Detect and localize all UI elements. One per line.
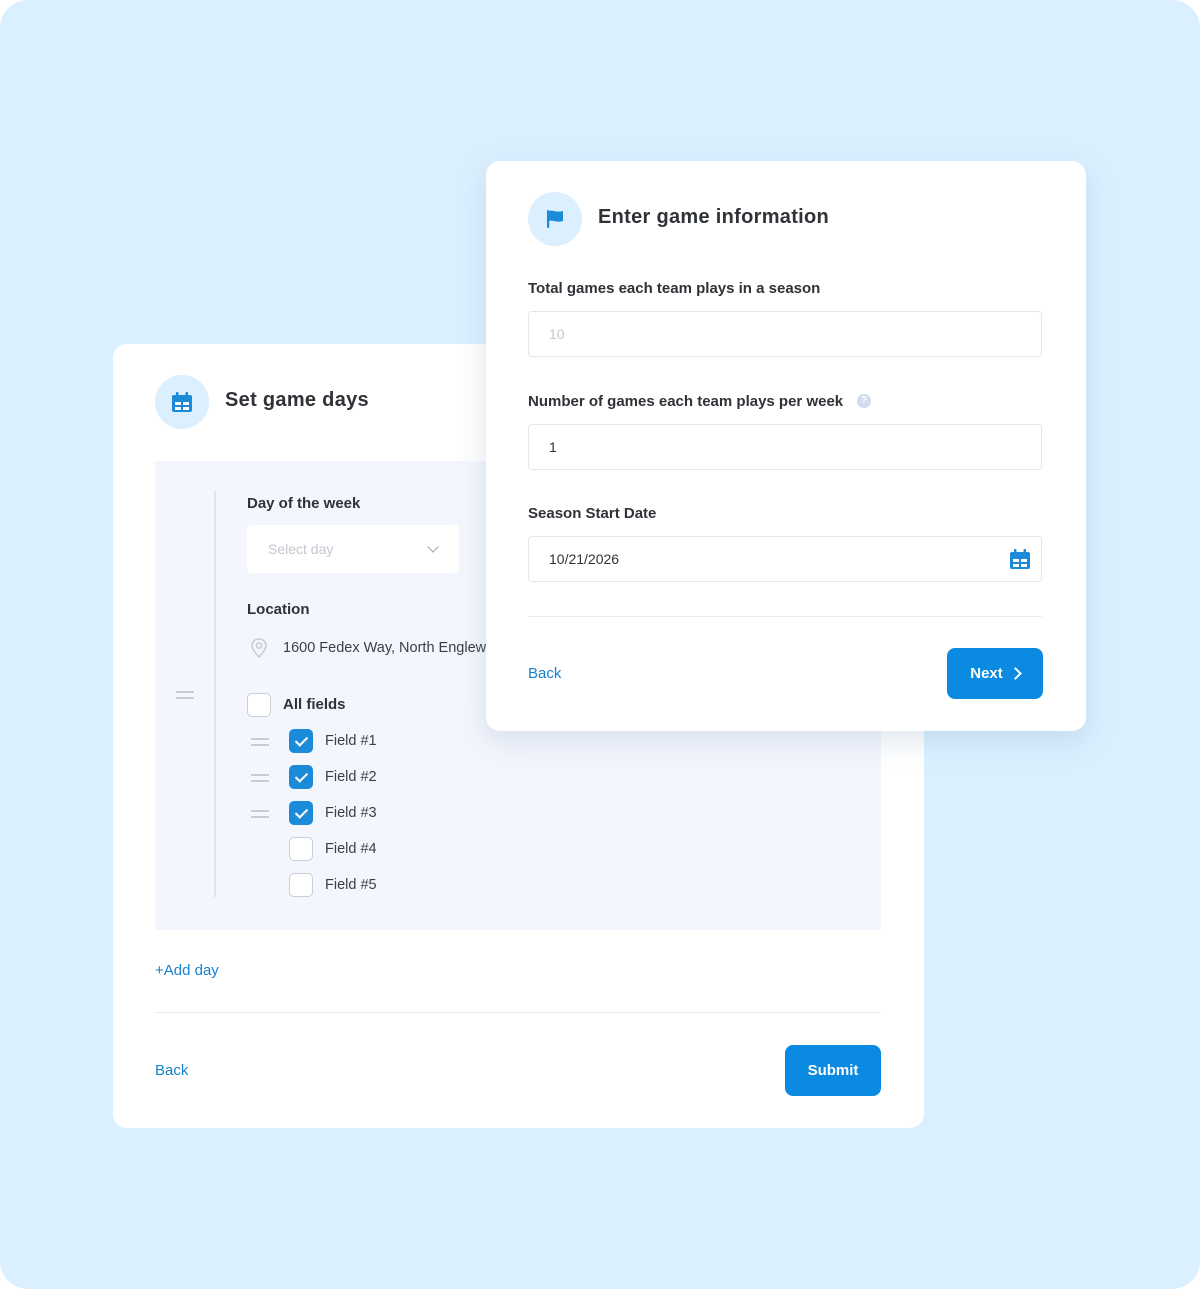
drag-handle-icon[interactable] <box>176 691 194 699</box>
field-2-checkbox[interactable] <box>289 765 313 789</box>
next-button[interactable]: Next <box>947 648 1043 699</box>
games-per-week-value: 1 <box>549 439 557 455</box>
field-4-label: Field #4 <box>325 841 377 857</box>
field-4-checkbox[interactable] <box>289 837 313 861</box>
total-games-label: Total games each team plays in a season <box>528 280 821 297</box>
field-drag-handle-icon[interactable] <box>251 810 269 818</box>
field-5-checkbox[interactable] <box>289 873 313 897</box>
field-3-checkbox[interactable] <box>289 801 313 825</box>
field-drag-handle-icon[interactable] <box>251 774 269 782</box>
season-start-label: Season Start Date <box>528 505 657 522</box>
flag-icon-badge <box>528 192 582 246</box>
panel-divider-line <box>214 491 216 897</box>
field-5-label: Field #5 <box>325 877 377 893</box>
flag-icon <box>547 210 563 228</box>
all-fields-label: All fields <box>283 696 346 713</box>
submit-button[interactable]: Submit <box>785 1045 881 1096</box>
chevron-right-icon <box>1008 667 1022 680</box>
chevron-down-icon <box>427 541 439 553</box>
calendar-icon[interactable] <box>1009 548 1031 570</box>
all-fields-checkbox[interactable] <box>247 693 271 717</box>
location-address: 1600 Fedex Way, North Englew <box>283 640 487 656</box>
season-start-date-input[interactable]: 10/21/2026 <box>528 536 1042 582</box>
footer-divider <box>528 616 1042 617</box>
field-1-checkbox[interactable] <box>289 729 313 753</box>
games-per-week-label: Number of games each team plays per week <box>528 393 844 410</box>
help-icon[interactable]: ? <box>857 394 871 408</box>
footer-divider <box>155 1012 881 1013</box>
field-drag-handle-icon[interactable] <box>251 738 269 746</box>
day-select[interactable]: Select day <box>247 525 459 573</box>
season-start-value: 10/21/2026 <box>549 551 620 567</box>
calendar-icon-badge <box>155 375 209 429</box>
location-pin-icon <box>251 638 267 659</box>
games-per-week-input[interactable]: 1 <box>528 424 1042 470</box>
field-3-label: Field #3 <box>325 805 377 821</box>
field-2-label: Field #2 <box>325 769 377 785</box>
field-1-label: Field #1 <box>325 733 377 749</box>
back-link[interactable]: Back <box>155 1062 188 1079</box>
day-select-placeholder: Select day <box>268 541 334 557</box>
total-games-placeholder: 10 <box>549 326 565 342</box>
card-title: Enter game information <box>598 206 830 228</box>
back-link[interactable]: Back <box>528 665 561 682</box>
card-title: Set game days <box>225 389 369 411</box>
add-day-link[interactable]: +Add day <box>155 962 219 979</box>
enter-game-info-card: Enter game information Total games each … <box>486 161 1086 731</box>
location-label: Location <box>247 601 310 618</box>
calendar-icon <box>172 392 192 412</box>
next-button-label: Next <box>970 665 1003 682</box>
total-games-input[interactable]: 10 <box>528 311 1042 357</box>
day-of-week-label: Day of the week <box>247 495 361 512</box>
